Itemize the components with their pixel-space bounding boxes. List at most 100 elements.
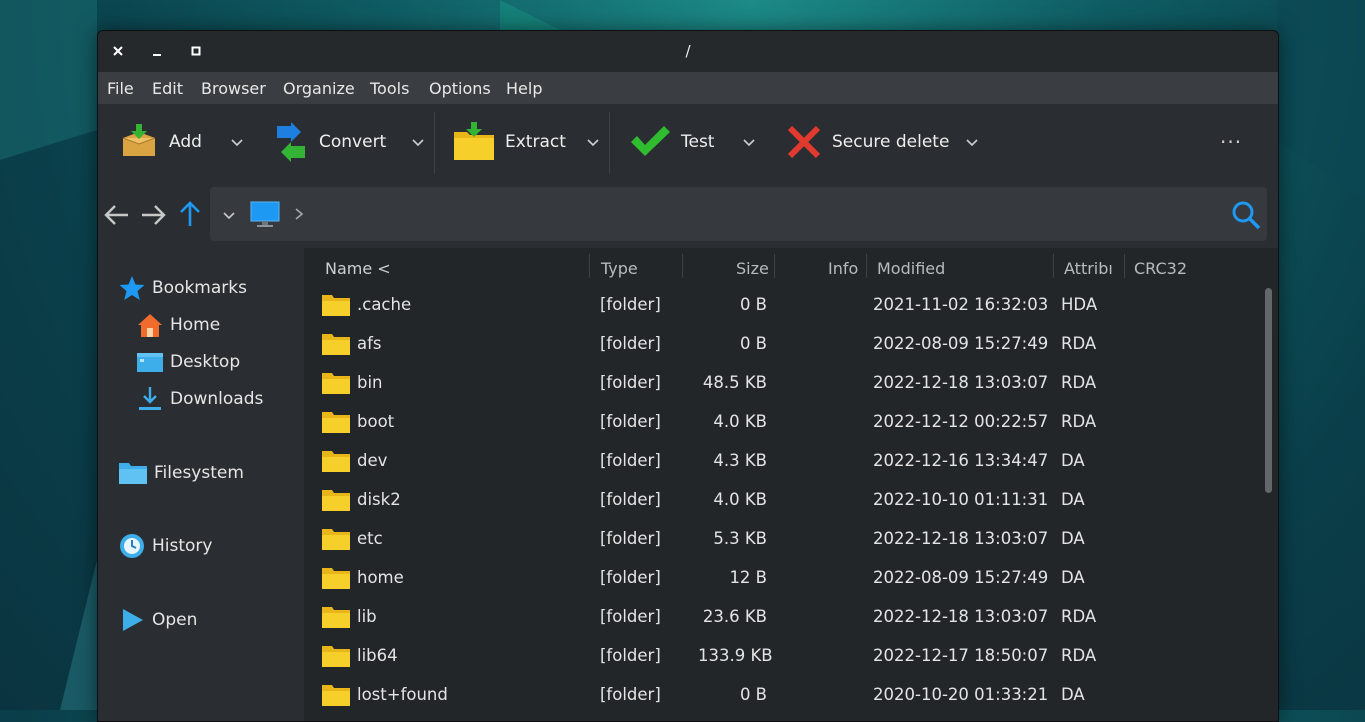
file-type: [folder]: [600, 529, 661, 548]
folder-icon: [322, 373, 350, 394]
file-name: lib64: [357, 646, 398, 665]
sidebar-item-bookmarks[interactable]: Bookmarks: [118, 274, 247, 302]
extract-button[interactable]: Extract: [453, 122, 566, 162]
table-row[interactable]: afs [folder] 0 B 2022-08-09 15:27:49 RDA: [316, 325, 1256, 364]
file-attributes: DA: [1061, 685, 1085, 704]
file-attributes: RDA: [1061, 373, 1097, 392]
checkmark-icon: [631, 126, 670, 156]
sidebar-item-label: Bookmarks: [152, 278, 247, 298]
file-type: [folder]: [600, 568, 661, 587]
sidebar-item-filesystem[interactable]: Filesystem: [118, 459, 244, 487]
file-attributes: DA: [1061, 490, 1085, 509]
back-arrow-icon[interactable]: [102, 200, 132, 230]
folder-icon: [322, 607, 350, 628]
menu-file[interactable]: File: [107, 79, 134, 98]
secure-delete-dropdown-chevron-icon[interactable]: [964, 134, 980, 150]
folder-icon: [322, 646, 350, 667]
table-row[interactable]: boot [folder] 4.0 KB 2022-12-12 00:22:57…: [316, 403, 1256, 442]
file-modified: 2022-12-17 18:50:07: [873, 646, 1049, 665]
address-bar[interactable]: [210, 187, 1267, 241]
menu-help[interactable]: Help: [506, 79, 542, 98]
star-icon: [119, 276, 145, 300]
extract-folder-icon: [454, 122, 494, 160]
file-name: lib: [357, 607, 377, 626]
file-size: 5.3 KB: [713, 529, 767, 548]
convert-label: Convert: [319, 132, 387, 152]
forward-arrow-icon[interactable]: [138, 200, 168, 230]
column-header-crc32[interactable]: CRC32: [1134, 259, 1187, 278]
file-modified: 2020-10-20 01:33:21: [873, 685, 1049, 704]
search-icon[interactable]: [1230, 199, 1262, 231]
sidebar-item-downloads[interactable]: Downloads: [136, 385, 263, 413]
sidebar-item-open[interactable]: Open: [118, 606, 197, 634]
test-button[interactable]: Test: [629, 122, 714, 162]
table-row[interactable]: home [folder] 12 B 2022-08-09 15:27:49 D…: [316, 559, 1256, 598]
menu-tools[interactable]: Tools: [370, 79, 409, 98]
column-divider: [866, 254, 867, 278]
menu-organize[interactable]: Organize: [283, 79, 355, 98]
file-modified: 2021-11-02 16:32:03: [873, 295, 1049, 314]
column-divider: [774, 254, 775, 278]
file-size: 0 B: [739, 685, 767, 704]
add-button[interactable]: Add: [119, 122, 202, 162]
secure-delete-button[interactable]: Secure delete: [786, 122, 949, 162]
extract-dropdown-chevron-icon[interactable]: [585, 134, 601, 150]
table-row[interactable]: lib [folder] 23.6 KB 2022-12-18 13:03:07…: [316, 598, 1256, 637]
folder-icon: [322, 412, 350, 433]
file-type: [folder]: [600, 334, 661, 353]
up-arrow-icon[interactable]: [175, 199, 205, 229]
file-attributes: RDA: [1061, 646, 1097, 665]
column-divider: [1124, 254, 1125, 278]
add-label: Add: [169, 132, 202, 152]
computer-icon[interactable]: [249, 199, 281, 229]
file-modified: 2022-12-18 13:03:07: [873, 607, 1049, 626]
file-attributes: RDA: [1061, 334, 1097, 353]
column-header-info[interactable]: Info: [828, 259, 858, 278]
convert-button[interactable]: Convert: [273, 122, 386, 162]
menu-edit[interactable]: Edit: [152, 79, 183, 98]
file-type: [folder]: [600, 607, 661, 626]
red-x-delete-icon: [787, 125, 821, 159]
play-triangle-icon: [123, 609, 143, 631]
column-header-name[interactable]: Name <: [325, 259, 391, 278]
file-modified: 2022-12-18 13:03:07: [873, 529, 1049, 548]
sidebar-item-label: History: [152, 536, 213, 556]
menu-browser[interactable]: Browser: [201, 79, 266, 98]
sidebar-item-label: Open: [152, 610, 198, 630]
menu-options[interactable]: Options: [429, 79, 491, 98]
vertical-scrollbar[interactable]: [1265, 288, 1272, 493]
column-divider: [682, 254, 683, 278]
column-header-attributes[interactable]: Attribı: [1064, 259, 1113, 278]
file-name: boot: [357, 412, 395, 431]
file-list-pane: Name < Type Size Info Modified Attribı C…: [306, 248, 1278, 721]
column-header-size[interactable]: Size: [736, 259, 769, 278]
window-title: /: [685, 42, 691, 60]
toolbar: Add Convert Extract Test Secure delete ·…: [98, 104, 1278, 182]
add-dropdown-chevron-icon[interactable]: [229, 134, 245, 150]
history-dropdown-chevron-icon[interactable]: [221, 207, 237, 223]
table-row[interactable]: etc [folder] 5.3 KB 2022-12-18 13:03:07 …: [316, 520, 1256, 559]
folder-icon: [322, 334, 350, 355]
table-row[interactable]: disk2 [folder] 4.0 KB 2022-10-10 01:11:3…: [316, 481, 1256, 520]
sidebar-item-home[interactable]: Home: [136, 311, 220, 339]
folder-icon: [322, 490, 350, 511]
column-header-modified[interactable]: Modified: [877, 259, 945, 278]
table-row[interactable]: lib64 [folder] 133.9 KB 2022-12-17 18:50…: [316, 637, 1256, 676]
navigation-bar: [98, 182, 1278, 248]
file-modified: 2022-08-09 15:27:49: [873, 334, 1049, 353]
breadcrumb-chevron-right-icon[interactable]: [292, 206, 306, 222]
column-header-type[interactable]: Type: [601, 259, 638, 278]
file-name: dev: [357, 451, 388, 470]
convert-dropdown-chevron-icon[interactable]: [410, 134, 426, 150]
table-row[interactable]: lost+found [folder] 0 B 2020-10-20 01:33…: [316, 676, 1256, 715]
more-options-button[interactable]: ···: [1220, 130, 1242, 154]
test-dropdown-chevron-icon[interactable]: [741, 134, 757, 150]
table-row[interactable]: bin [folder] 48.5 KB 2022-12-18 13:03:07…: [316, 364, 1256, 403]
table-row[interactable]: .cache [folder] 0 B 2021-11-02 16:32:03 …: [316, 286, 1256, 325]
download-icon: [139, 387, 161, 410]
sidebar-item-desktop[interactable]: Desktop: [136, 348, 240, 376]
table-row[interactable]: dev [folder] 4.3 KB 2022-12-16 13:34:47 …: [316, 442, 1256, 481]
menu-bar: File Edit Browser Organize Tools Options…: [98, 72, 1278, 104]
file-name: afs: [357, 334, 382, 353]
sidebar-item-history[interactable]: History: [118, 532, 212, 560]
